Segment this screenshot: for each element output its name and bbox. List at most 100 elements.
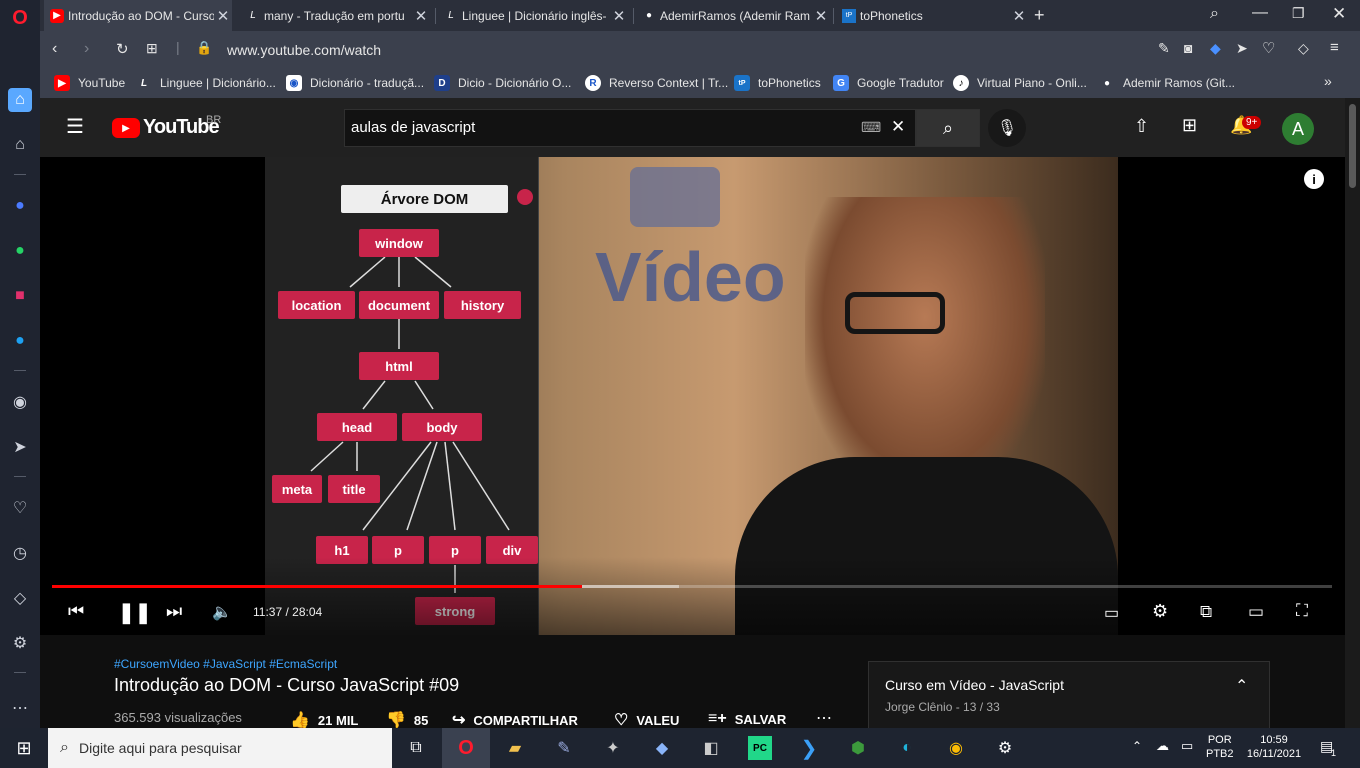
- cube-icon[interactable]: ◇: [1298, 40, 1309, 57]
- player-icon[interactable]: ◉: [8, 390, 32, 414]
- search-tabs-icon[interactable]: ⌕: [1210, 5, 1219, 23]
- subtitles-icon[interactable]: ▭: [1104, 603, 1119, 623]
- settings-icon[interactable]: ⚙: [1152, 601, 1168, 622]
- more-bookmarks-icon[interactable]: »: [1324, 73, 1332, 89]
- thanks-button[interactable]: ♡ VALEU: [614, 710, 679, 730]
- search-input[interactable]: aulas de javascript: [351, 119, 475, 136]
- miniplayer-icon[interactable]: ⧉: [1200, 602, 1212, 622]
- bookmark-youtube[interactable]: ▶ YouTube: [54, 75, 125, 91]
- apps-grid-icon[interactable]: ⊞: [1182, 115, 1197, 136]
- close-icon[interactable]: ✕: [214, 7, 232, 25]
- share-button[interactable]: ↪ COMPARTILHAR: [452, 710, 578, 730]
- taskbar-search[interactable]: ⌕ Digite aqui para pesquisar: [48, 728, 392, 768]
- chevron-up-icon[interactable]: ⌃: [1235, 676, 1248, 696]
- windows-start-icon[interactable]: ⊞: [12, 736, 36, 760]
- bookmark-linguee[interactable]: L Linguee | Dicionário...: [136, 75, 276, 91]
- tray-chevron-icon[interactable]: ⌃: [1132, 739, 1142, 753]
- previous-icon[interactable]: ⏮: [68, 601, 84, 622]
- more-icon[interactable]: ⋯: [8, 696, 32, 720]
- keyboard-icon[interactable]: ⌨: [861, 119, 881, 136]
- save-button[interactable]: ≡+ SALVAR: [708, 710, 786, 728]
- tab-5[interactable]: tP toPhonetics ✕: [836, 0, 1028, 31]
- app-icon[interactable]: ✦: [601, 736, 625, 760]
- send-icon[interactable]: ➤: [8, 435, 32, 459]
- search-button[interactable]: ⌕: [916, 109, 980, 147]
- tab-4[interactable]: ● AdemirRamos (Ademir Ram ✕: [636, 0, 830, 31]
- vscode-icon[interactable]: ❯: [797, 736, 821, 760]
- video-player[interactable]: Vídeo Árvore DOM window location documen…: [40, 157, 1345, 635]
- tabs-grid-icon[interactable]: ⊞: [146, 40, 158, 57]
- playlist-title[interactable]: Curso em Vídeo - JavaScript: [885, 677, 1064, 693]
- chrome-icon[interactable]: ◉: [944, 736, 968, 760]
- hamburger-menu-icon[interactable]: ☰: [66, 114, 84, 139]
- messenger-icon[interactable]: ●: [8, 194, 32, 218]
- close-icon[interactable]: ✕: [412, 7, 430, 25]
- shield-icon[interactable]: ◆: [1210, 40, 1221, 57]
- hashtags[interactable]: #CursoemVideo #JavaScript #EcmaScript: [114, 657, 337, 671]
- close-icon[interactable]: ✕: [610, 7, 628, 25]
- settings-icon[interactable]: ⚙: [8, 631, 32, 655]
- twitter-icon[interactable]: ●: [8, 329, 32, 353]
- minimize-button[interactable]: —: [1252, 4, 1268, 22]
- send-icon[interactable]: ➤: [1236, 40, 1248, 57]
- network-icon[interactable]: ▭: [1181, 738, 1193, 754]
- bookmark-dicionario[interactable]: ◉ Dicionário - traduçã...: [286, 75, 424, 91]
- microphone-icon[interactable]: 🎙: [988, 109, 1026, 147]
- bookmark-reverso[interactable]: R Reverso Context | Tr...: [585, 75, 728, 91]
- page-scrollbar[interactable]: [1345, 98, 1360, 732]
- bookmark-virtual-piano[interactable]: ♪ Virtual Piano - Onli...: [953, 75, 1087, 91]
- heart-icon[interactable]: ♡: [8, 496, 32, 520]
- speed-dial-icon[interactable]: ⌂: [8, 133, 32, 157]
- vm-icon[interactable]: ◆: [650, 736, 674, 760]
- restore-button[interactable]: ❐: [1292, 5, 1305, 22]
- whatsapp-icon[interactable]: ●: [8, 239, 32, 263]
- onedrive-icon[interactable]: ☁: [1156, 738, 1169, 754]
- cube-icon[interactable]: ◇: [8, 586, 32, 610]
- pause-icon[interactable]: ❚❚: [118, 600, 152, 625]
- avatar[interactable]: A: [1282, 113, 1314, 145]
- tab-1[interactable]: ▶ Introdução ao DOM - Curso ✕: [44, 0, 232, 31]
- tab-2[interactable]: L many - Tradução em portu ✕: [240, 0, 430, 31]
- pycharm-icon[interactable]: PC: [748, 736, 772, 760]
- python-icon[interactable]: ◧: [699, 736, 723, 760]
- back-button[interactable]: ‹: [52, 40, 57, 58]
- forward-button[interactable]: ›: [84, 40, 89, 58]
- bookmark-dicio[interactable]: D Dicio - Dicionário O...: [434, 75, 571, 91]
- info-icon[interactable]: i: [1304, 169, 1324, 189]
- theater-mode-icon[interactable]: ▭: [1248, 602, 1264, 622]
- opera-logo-icon[interactable]: O: [8, 6, 32, 30]
- bookmark-github[interactable]: ● Ademir Ramos (Git...: [1099, 75, 1235, 91]
- instagram-icon[interactable]: ■: [8, 284, 32, 308]
- file-explorer-icon[interactable]: ▰: [503, 736, 527, 760]
- menu-icon[interactable]: ≡: [1330, 39, 1339, 56]
- paint-icon[interactable]: ✎: [552, 736, 576, 760]
- close-icon[interactable]: ✕: [1010, 7, 1028, 25]
- task-view-icon[interactable]: ⧉: [404, 736, 428, 760]
- clock[interactable]: 10:59 16/11/2021: [1244, 733, 1304, 761]
- bookmark-tophonetics[interactable]: tP toPhonetics: [734, 75, 821, 91]
- heart-icon[interactable]: ♡: [1262, 39, 1275, 57]
- history-icon[interactable]: ◷: [8, 541, 32, 565]
- edge-icon[interactable]: ◐: [895, 736, 919, 760]
- close-window-button[interactable]: ✕: [1332, 4, 1346, 24]
- new-tab-button[interactable]: +: [1034, 5, 1045, 26]
- language-indicator[interactable]: POR PTB2: [1206, 733, 1234, 761]
- dislike-button[interactable]: 👎 85: [386, 710, 428, 730]
- settings-icon[interactable]: ⚙: [993, 736, 1017, 760]
- next-icon[interactable]: ⏭: [166, 601, 182, 622]
- home-icon[interactable]: ⌂: [8, 88, 32, 112]
- edit-icon[interactable]: ✎: [1158, 40, 1170, 57]
- opera-icon[interactable]: O: [454, 736, 478, 760]
- scrollbar-thumb[interactable]: [1349, 104, 1356, 188]
- tab-3[interactable]: L Linguee | Dicionário inglês- ✕: [438, 0, 628, 31]
- camera-icon[interactable]: ◙: [1184, 40, 1192, 56]
- bookmark-google-tradutor[interactable]: G Google Tradutor: [833, 75, 944, 91]
- close-icon[interactable]: ✕: [812, 7, 830, 25]
- clear-icon[interactable]: ✕: [891, 117, 905, 137]
- youtube-logo-icon[interactable]: ▶: [112, 118, 140, 138]
- more-actions-icon[interactable]: ⋯: [816, 708, 832, 728]
- volume-icon[interactable]: 🔈: [212, 602, 232, 622]
- reload-icon[interactable]: ↻: [116, 40, 129, 58]
- fullscreen-icon[interactable]: ⛶: [1296, 601, 1308, 621]
- progress-track[interactable]: [52, 585, 1332, 588]
